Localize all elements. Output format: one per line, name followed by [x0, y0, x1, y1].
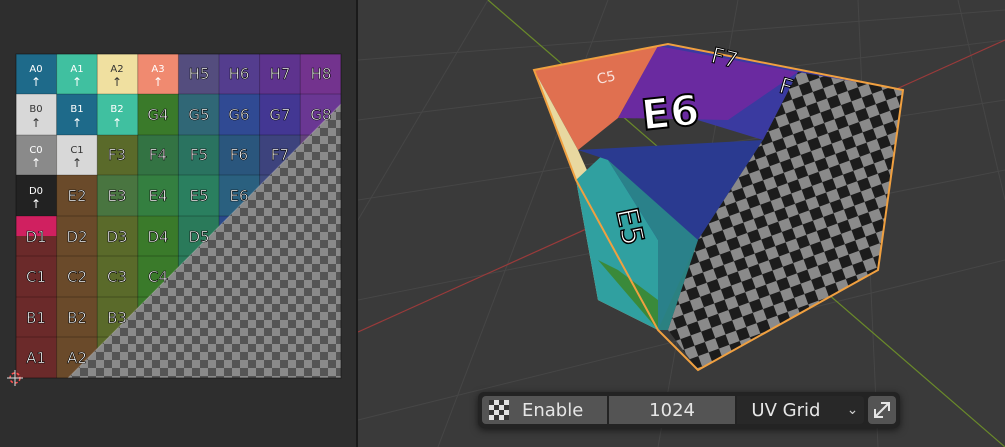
cell-label: H6: [229, 65, 250, 83]
grid-type-dropdown[interactable]: UV Grid ⌄: [737, 396, 865, 424]
up-arrow-icon: ↑: [31, 75, 41, 89]
cell-label: G8: [310, 106, 331, 124]
cell-label: E6: [229, 187, 248, 205]
cell-label: F7: [271, 146, 289, 164]
cell-label: F6: [230, 146, 248, 164]
cell-label: G5: [188, 106, 209, 124]
checker-icon: [489, 400, 509, 420]
cell-label: C3: [107, 268, 127, 286]
cell-label: A0: [29, 64, 42, 75]
cell-label: H5: [189, 65, 210, 83]
cell-label: F3: [108, 146, 126, 164]
cell-label: H7: [270, 65, 291, 83]
uv-editor-canvas[interactable]: A0 A1 A2 A3 B0 B1 B2 C0 C1 D0 ↑ ↑ ↑ ↑ ↑ …: [0, 0, 356, 447]
cell-label: A3: [151, 64, 164, 75]
up-arrow-icon: ↑: [153, 75, 163, 89]
3d-viewport[interactable]: C5 F7 F E6 E5: [358, 0, 1005, 447]
up-arrow-icon: ↑: [72, 75, 82, 89]
cell-label: A2: [110, 64, 123, 75]
cell-label: E3: [107, 187, 126, 205]
cell-label: D0: [29, 186, 43, 197]
cell-label: H8: [311, 65, 332, 83]
sync-button[interactable]: [868, 396, 896, 424]
cell-label: A2: [67, 349, 87, 367]
cell-label: G4: [147, 106, 168, 124]
cell-label: D2: [66, 228, 87, 246]
uv-grid-toolbar: Enable 1024 UV Grid ⌄: [478, 392, 900, 428]
cell-label: A1: [26, 349, 46, 367]
cell-label: D5: [188, 228, 209, 246]
cell-label: B3: [107, 309, 127, 327]
up-arrow-icon: ↑: [31, 197, 41, 211]
up-arrow-icon: ↑: [112, 116, 122, 130]
enable-label: Enable: [522, 399, 584, 421]
cell-label: C1: [70, 145, 83, 156]
cell-label: G7: [269, 106, 290, 124]
resolution-field[interactable]: 1024: [608, 396, 736, 424]
cell-label: B2: [110, 104, 123, 115]
cell-label: C1: [26, 268, 46, 286]
cell-label: F5: [190, 146, 208, 164]
cell-label: D4: [147, 228, 168, 246]
cell-label: D1: [25, 228, 46, 246]
cell-label: E4: [148, 187, 167, 205]
up-arrow-icon: ↑: [31, 116, 41, 130]
cell-label: B0: [29, 104, 42, 115]
cell-label: G6: [228, 106, 249, 124]
cell-label: C4: [148, 268, 168, 286]
cell-label: B2: [67, 309, 87, 327]
sync-arrows-icon: [874, 402, 891, 418]
cell-label: E5: [189, 187, 208, 205]
uv-editor-panel[interactable]: A0 A1 A2 A3 B0 B1 B2 C0 C1 D0 ↑ ↑ ↑ ↑ ↑ …: [0, 0, 356, 447]
up-arrow-icon: ↑: [72, 156, 82, 170]
cell-label: B1: [70, 104, 83, 115]
up-arrow-icon: ↑: [72, 116, 82, 130]
cell-label: C2: [67, 268, 87, 286]
grid-type-value: UV Grid: [751, 399, 821, 421]
cell-label: D3: [106, 228, 127, 246]
cube-object[interactable]: C5 F7 F E6 E5: [532, 42, 905, 372]
enable-toggle-button[interactable]: Enable: [482, 396, 607, 424]
cell-label: A1: [70, 64, 83, 75]
up-arrow-icon: ↑: [31, 156, 41, 170]
viewport-canvas[interactable]: C5 F7 F E6 E5: [358, 0, 1005, 447]
cell-label: E2: [67, 187, 86, 205]
cell-label: F4: [149, 146, 167, 164]
cell-label: C0: [29, 145, 42, 156]
cell-label: B1: [26, 309, 46, 327]
cube-big-label: E6: [639, 85, 702, 140]
chevron-down-icon: ⌄: [846, 402, 859, 418]
up-arrow-icon: ↑: [112, 75, 122, 89]
